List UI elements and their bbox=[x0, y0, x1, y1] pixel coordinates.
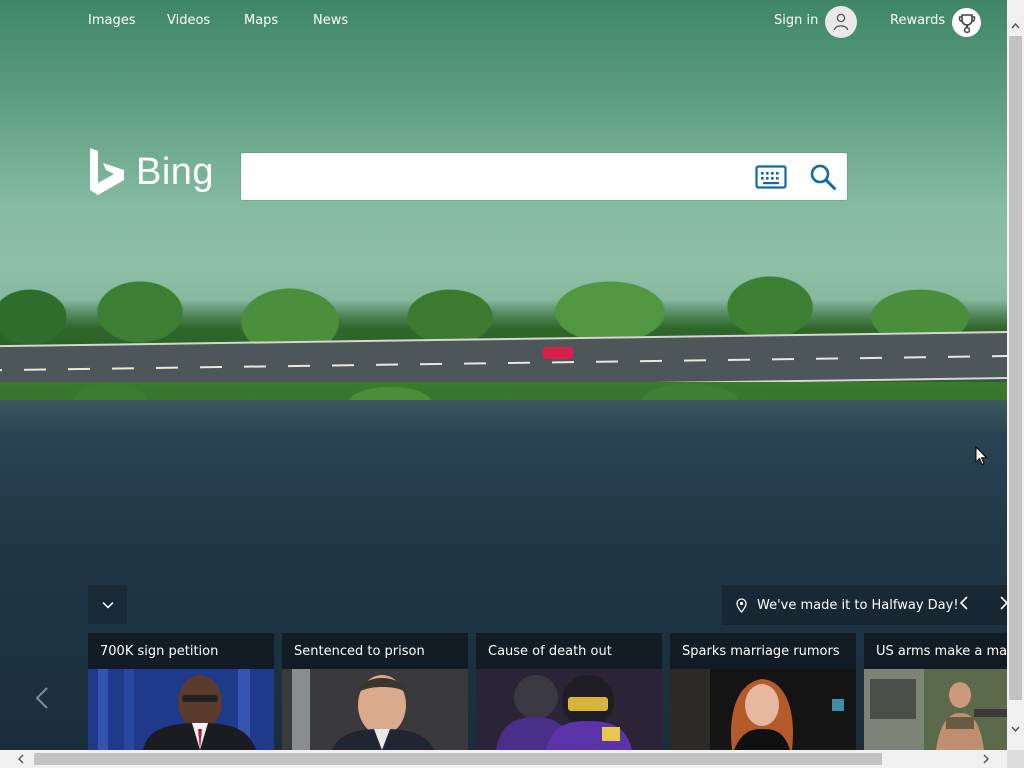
vertical-scroll-thumb[interactable] bbox=[1009, 36, 1022, 700]
news-card-title: US arms make a mark bbox=[876, 644, 1007, 659]
bing-logo-text: Bing bbox=[136, 150, 215, 193]
news-card[interactable]: Sparks marriage rumors bbox=[670, 633, 856, 750]
nav-images-link[interactable]: Images bbox=[88, 13, 136, 28]
rewards-link[interactable]: Rewards bbox=[890, 13, 945, 28]
keyboard-icon bbox=[755, 165, 787, 189]
search-icon bbox=[810, 164, 836, 190]
previous-image-button[interactable] bbox=[959, 596, 968, 614]
bing-logo-icon bbox=[90, 148, 124, 195]
scroll-down-button[interactable] bbox=[1007, 720, 1024, 737]
rewards-badge[interactable] bbox=[952, 8, 981, 37]
nav-videos-link[interactable]: Videos bbox=[167, 13, 210, 28]
chevron-left-icon bbox=[959, 596, 968, 610]
top-nav: Images Videos Maps News Sign in Rewards bbox=[0, 0, 1007, 44]
chevron-down-icon bbox=[101, 601, 114, 609]
scroll-right-button[interactable] bbox=[977, 750, 995, 768]
news-card-image bbox=[88, 669, 274, 750]
mouse-cursor-icon bbox=[975, 446, 988, 466]
news-card-image bbox=[864, 669, 1007, 750]
search-input[interactable] bbox=[251, 161, 741, 192]
news-card-image bbox=[476, 669, 662, 750]
news-card[interactable]: US arms make a mark bbox=[864, 633, 1007, 750]
chevron-left-icon bbox=[36, 687, 48, 709]
nav-maps-link[interactable]: Maps bbox=[244, 13, 278, 28]
collapse-news-button[interactable] bbox=[88, 585, 127, 624]
sign-in-link[interactable]: Sign in bbox=[774, 13, 818, 28]
scroll-up-button[interactable] bbox=[1007, 17, 1024, 34]
image-info-bar[interactable]: We've made it to Halfway Day! bbox=[722, 585, 1009, 625]
news-card[interactable]: Cause of death out bbox=[476, 633, 662, 750]
image-info-text: We've made it to Halfway Day! bbox=[757, 597, 959, 613]
bing-logo[interactable]: Bing bbox=[88, 147, 214, 197]
location-pin-icon bbox=[736, 597, 750, 613]
chevron-up-icon bbox=[1011, 22, 1020, 28]
news-card-image bbox=[670, 669, 856, 750]
scrollbar-corner bbox=[1007, 750, 1024, 768]
news-card-title: Cause of death out bbox=[488, 644, 612, 659]
news-carousel: 700K sign petition Sentenced to prison C… bbox=[88, 633, 1007, 750]
news-card[interactable]: Sentenced to prison bbox=[282, 633, 468, 750]
vertical-scrollbar[interactable] bbox=[1007, 0, 1024, 750]
carousel-prev-button[interactable] bbox=[33, 684, 51, 712]
news-card[interactable]: 700K sign petition bbox=[88, 633, 274, 750]
avatar[interactable] bbox=[825, 6, 857, 38]
chevron-down-icon bbox=[1011, 726, 1020, 732]
news-card-title: Sentenced to prison bbox=[294, 644, 425, 659]
background-car bbox=[543, 347, 573, 359]
news-card-image bbox=[282, 669, 468, 750]
news-card-title: 700K sign petition bbox=[100, 644, 219, 659]
nav-news-link[interactable]: News bbox=[313, 13, 348, 28]
chevron-left-icon bbox=[18, 754, 24, 764]
scroll-left-button[interactable] bbox=[12, 750, 30, 768]
search-button[interactable] bbox=[806, 160, 840, 194]
person-icon bbox=[833, 13, 849, 31]
chevron-right-icon bbox=[983, 754, 989, 764]
horizontal-scrollbar[interactable] bbox=[0, 750, 1007, 768]
news-card-title: Sparks marriage rumors bbox=[682, 644, 840, 659]
horizontal-scroll-thumb[interactable] bbox=[34, 753, 882, 765]
keyboard-button[interactable] bbox=[752, 163, 790, 191]
trophy-icon bbox=[958, 13, 975, 33]
